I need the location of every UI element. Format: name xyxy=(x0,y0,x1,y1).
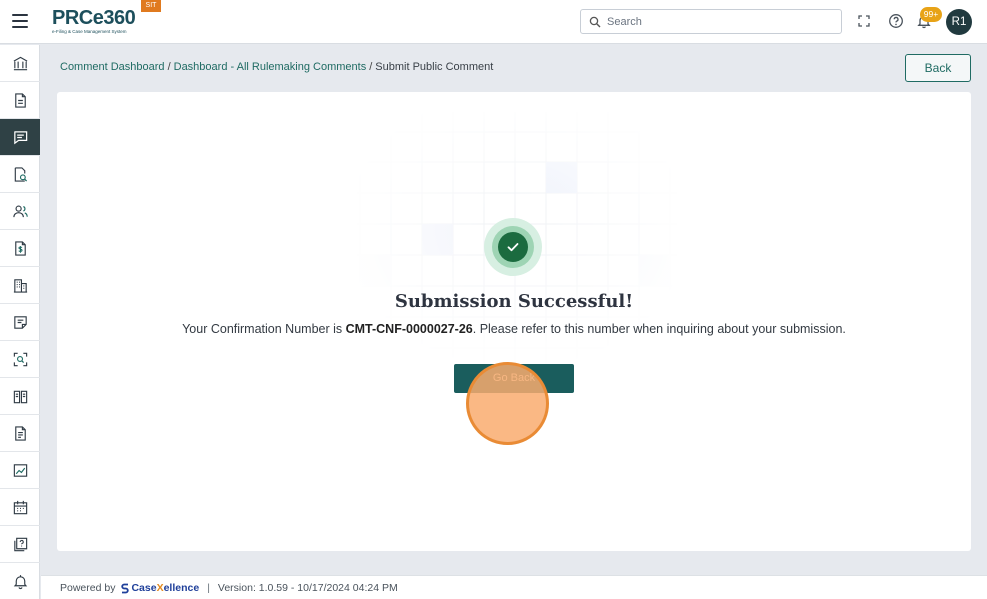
sidebar-item-organizations[interactable] xyxy=(0,267,40,304)
calendar-icon xyxy=(13,500,27,514)
confirmation-message: Your Confirmation Number is CMT-CNF-0000… xyxy=(57,322,971,336)
fullscreen-icon[interactable] xyxy=(856,13,872,29)
hamburger-menu-icon[interactable] xyxy=(12,14,28,28)
sidebar-nav xyxy=(0,45,40,599)
breadcrumb-all-rulemaking-comments[interactable]: Dashboard - All Rulemaking Comments xyxy=(174,61,367,73)
sidebar-item-help-docs[interactable] xyxy=(0,526,40,563)
sidebar-item-fees[interactable] xyxy=(0,230,40,267)
confirmation-prefix: Your Confirmation Number is xyxy=(182,322,346,336)
scan-search-icon xyxy=(13,352,27,366)
success-title: Submission Successful! xyxy=(394,291,634,312)
document-icon xyxy=(14,92,26,108)
sidebar-item-notes[interactable] xyxy=(0,304,40,341)
go-back-button[interactable]: Go Back xyxy=(454,364,574,393)
sidebar-item-document-search[interactable] xyxy=(0,156,40,193)
sidebar-item-reports[interactable] xyxy=(0,452,40,489)
success-check-badge xyxy=(484,218,542,276)
powered-by-label: Powered by xyxy=(60,582,116,594)
app-logo[interactable]: PRCe360 e-Filing & Case Management Syste… xyxy=(52,8,162,38)
sidebar-item-calendar[interactable] xyxy=(0,489,40,526)
sidebar-item-bank[interactable] xyxy=(0,45,40,82)
breadcrumb-current: Submit Public Comment xyxy=(375,61,494,73)
search-icon xyxy=(589,16,601,28)
notification-count-badge: 99+ xyxy=(920,7,942,22)
bell-icon xyxy=(13,574,27,589)
top-header: PRCe360 e-Filing & Case Management Syste… xyxy=(0,0,987,44)
help-icon[interactable] xyxy=(888,13,904,29)
logo-tagline: e-Filing & Case Management System xyxy=(52,29,127,34)
breadcrumb-separator: / xyxy=(369,61,373,73)
sidebar-item-scan-search[interactable] xyxy=(0,341,40,378)
brand-mark-icon xyxy=(121,583,130,593)
checkmark-icon xyxy=(507,243,519,252)
confirmation-number: CMT-CNF-0000027-26 xyxy=(345,322,473,336)
help-doc-icon xyxy=(13,537,27,551)
footer: Powered by Case Xellence | Version: 1.0.5… xyxy=(41,575,987,599)
dollar-document-icon xyxy=(14,240,26,256)
search-box[interactable] xyxy=(580,9,842,34)
user-avatar[interactable]: R1 xyxy=(946,9,972,35)
breadcrumb: Comment Dashboard / Dashboard - All Rulema… xyxy=(60,61,493,73)
search-input[interactable] xyxy=(607,13,835,30)
note-icon xyxy=(13,315,27,329)
footer-divider: | xyxy=(207,582,210,594)
users-icon xyxy=(12,205,28,217)
document-search-icon xyxy=(14,166,27,182)
bank-icon xyxy=(13,56,27,70)
environment-badge: SIT xyxy=(141,0,161,12)
version-info: Version: 1.0.59 - 10/17/2024 04:24 PM xyxy=(217,582,398,594)
building-icon xyxy=(13,278,27,293)
sidebar-item-users[interactable] xyxy=(0,193,40,230)
submission-result-card: Submission Successful! Your Confirmation… xyxy=(57,92,971,551)
breadcrumb-separator: / xyxy=(167,61,171,73)
sidebar-item-comments[interactable] xyxy=(0,119,40,156)
back-button[interactable]: Back xyxy=(905,54,971,82)
sidebar-item-documents[interactable] xyxy=(0,82,40,119)
sidebar-item-filings[interactable] xyxy=(0,415,40,452)
book-icon xyxy=(13,390,27,403)
breadcrumb-comment-dashboard[interactable]: Comment Dashboard xyxy=(60,61,165,73)
file-text-icon xyxy=(14,425,26,441)
sidebar-item-library[interactable] xyxy=(0,378,40,415)
sidebar-item-alerts[interactable] xyxy=(0,563,40,599)
comment-icon xyxy=(13,130,27,144)
casexellence-logo[interactable]: Case Xellence xyxy=(121,582,199,594)
confirmation-suffix: . Please refer to this number when inqui… xyxy=(472,322,846,336)
chart-icon xyxy=(13,463,27,477)
